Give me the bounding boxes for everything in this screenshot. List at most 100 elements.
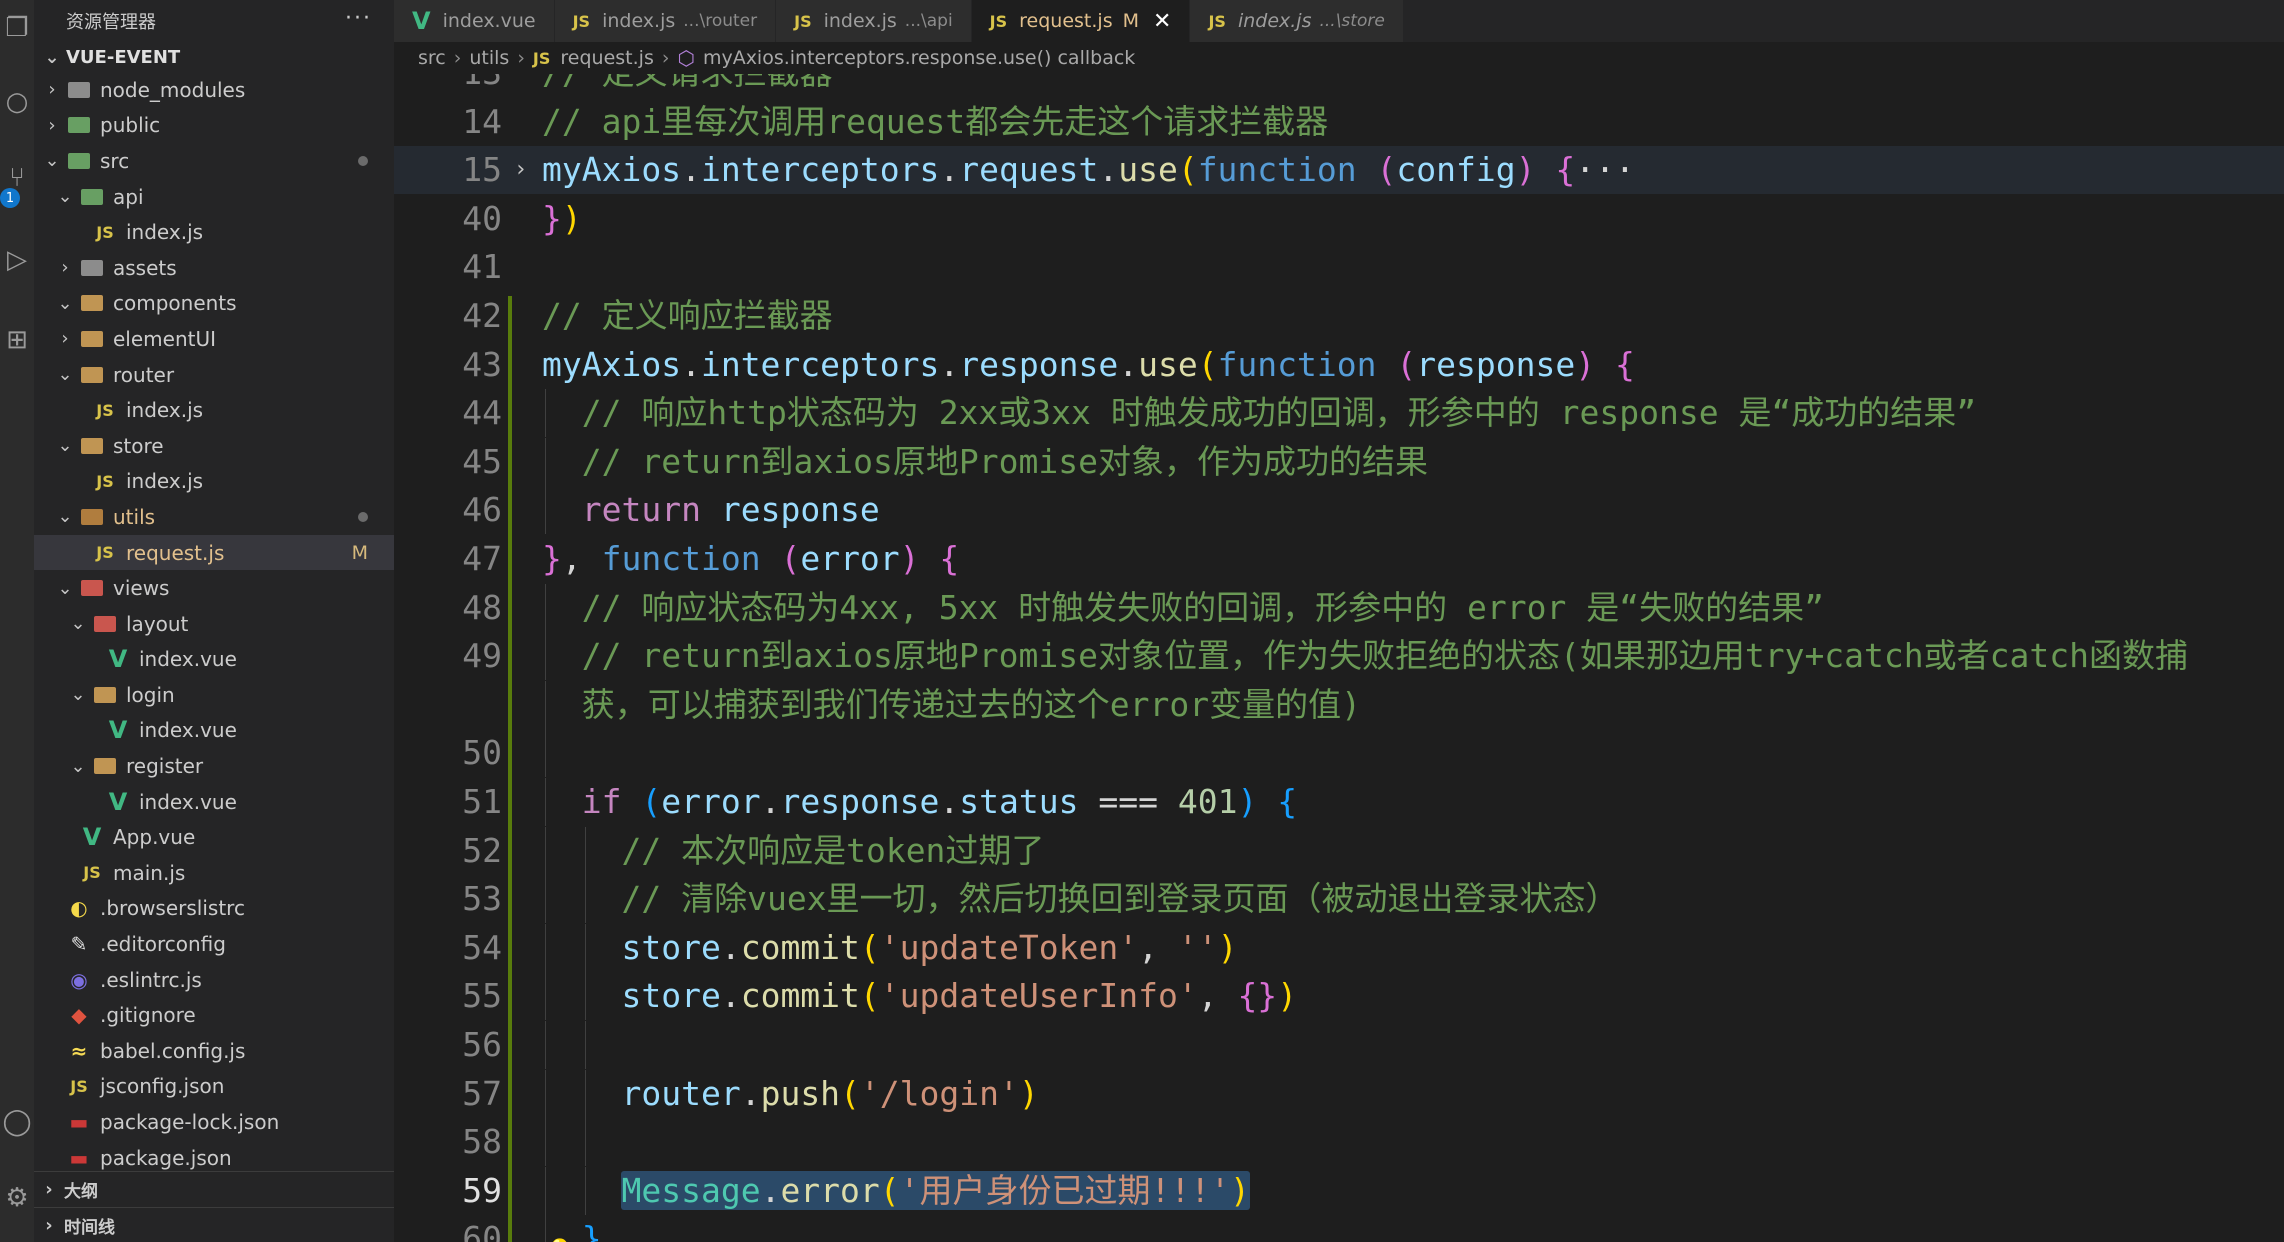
code-text: }) [542, 195, 582, 243]
code-token: ( [859, 927, 880, 967]
fold-chevron-icon[interactable]: › [514, 146, 527, 194]
more-actions-icon[interactable]: ··· [345, 6, 372, 31]
tree-item[interactable]: JS request.js M [34, 534, 394, 571]
tree-item[interactable]: › node_modules [34, 72, 394, 108]
explorer-icon[interactable]: ❐ [0, 8, 34, 48]
tree-item[interactable]: ◉ .eslintrc.js [34, 962, 394, 998]
code-token: . [1098, 150, 1119, 190]
chevron-down-icon[interactable]: ⌄ [68, 684, 88, 705]
chevron-down-icon[interactable]: ⌄ [68, 756, 88, 777]
tree-item[interactable]: ◆ .gitignore [34, 997, 394, 1033]
code-text: // 响应状态码为4xx, 5xx 时触发失败的回调，形参中的 error 是“… [542, 584, 1824, 632]
tab-index-js[interactable]: JS index.js ...\store [1190, 0, 1404, 42]
settings-gear-icon[interactable]: ⚙ [0, 1178, 34, 1218]
tab-request-js[interactable]: JS request.js M ✕ [971, 0, 1191, 42]
chevron-down-icon[interactable]: ⌄ [55, 364, 75, 385]
chevron-down-icon[interactable]: ⌄ [68, 613, 88, 634]
tree-item-label: store [113, 433, 164, 458]
tab-label: request.js [1019, 10, 1113, 32]
chevron-down-icon[interactable]: ⌄ [55, 293, 75, 314]
tree-item-label: babel.config.js [100, 1038, 246, 1063]
tree-item[interactable]: JS main.js [34, 855, 394, 891]
tree-item[interactable]: ⌄ src [34, 143, 394, 179]
close-icon[interactable]: ✕ [1153, 9, 1171, 34]
chevron-right-icon[interactable]: › [55, 328, 75, 349]
tree-item[interactable]: ⌄ login [34, 677, 394, 713]
code-token: store [621, 976, 721, 1016]
line-number: 45 [462, 441, 502, 481]
tree-item[interactable]: ⌄ views [34, 570, 394, 606]
code-token: { [939, 539, 960, 578]
code-token: , [1138, 927, 1178, 967]
breadcrumb-item-src[interactable]: src [418, 47, 446, 69]
chevron-down-icon[interactable]: ⌄ [55, 506, 75, 527]
chevron-right-icon: › [45, 1214, 53, 1236]
search-icon[interactable]: ○ [0, 82, 34, 122]
code-token: // return到axios原地Promise对象，作为成功的结果 [581, 441, 1428, 481]
tree-item[interactable]: Vindex.vue [34, 784, 394, 820]
tree-item[interactable]: › elementUI [34, 321, 394, 357]
code-line: 52 // 本次响应是token过期了 [394, 826, 2284, 875]
timeline-panel-header[interactable]: › 时间线 [34, 1207, 394, 1242]
code-text: if (error.response.status === 401) { [542, 778, 1297, 826]
tree-item[interactable]: Vindex.vue [34, 713, 394, 749]
vue-icon: V [108, 716, 128, 745]
tab-index-js[interactable]: JS index.js ...\router [554, 0, 777, 42]
tree-item[interactable]: JS index.js [34, 214, 394, 250]
code-text: myAxios.interceptors.request.use(functio… [542, 146, 1635, 194]
breadcrumb-item-file[interactable]: request.js [560, 47, 653, 69]
code-line: 53 // 清除vuex里一切，然后切换回到登录页面（被动退出登录状态） [394, 875, 2284, 924]
code-editor[interactable]: 💡 13// 定义请求拦截器14// api里每次调用request都会先走这个… [394, 74, 2284, 1242]
breadcrumb-item-utils[interactable]: utils [469, 47, 509, 69]
chevron-right-icon[interactable]: › [42, 115, 62, 136]
tree-item[interactable]: ⌄ api [34, 179, 394, 215]
tree-item[interactable]: ◐ .browserslistrc [34, 891, 394, 927]
chevron-right-icon[interactable]: › [42, 79, 62, 100]
tab-modified-badge: M [1122, 10, 1140, 32]
indent-guide [545, 1021, 546, 1069]
code-token: return [581, 490, 701, 530]
tree-item[interactable]: ▬ package-lock.json [34, 1104, 394, 1140]
tree-item[interactable]: ⌄ store [34, 428, 394, 464]
run-debug-icon[interactable]: ▷ [0, 240, 34, 280]
tree-item[interactable]: ⌄ layout [34, 606, 394, 642]
code-token: response [1416, 344, 1576, 384]
code-token: router [621, 1073, 741, 1113]
tree-item[interactable]: › public [34, 108, 394, 144]
extensions-icon[interactable]: ⊞ [0, 320, 34, 360]
tree-item[interactable]: JS index.js [34, 464, 394, 500]
tree-item[interactable]: ⌄ utils [34, 499, 394, 535]
tree-item[interactable]: ⌄ register [34, 748, 394, 784]
tab-index-js[interactable]: JS index.js ...\api [776, 0, 972, 42]
outline-panel-header[interactable]: › 大纲 [34, 1171, 394, 1206]
code-token: ( [1396, 344, 1417, 384]
tree-item[interactable]: ⌄ router [34, 357, 394, 393]
chevron-down-icon[interactable]: ⌄ [55, 435, 75, 456]
modified-dot-icon [358, 511, 368, 522]
chevron-right-icon[interactable]: › [55, 257, 75, 278]
tree-item[interactable]: › assets [34, 250, 394, 286]
chevron-down-icon[interactable]: ⌄ [55, 578, 75, 599]
tree-item[interactable]: JS index.js [34, 392, 394, 428]
tree-item[interactable]: ✎ .editorconfig [34, 926, 394, 962]
breadcrumb-item-symbol[interactable]: myAxios.interceptors.response.use() call… [703, 47, 1135, 69]
tree-item[interactable]: ≈ babel.config.js [34, 1033, 394, 1069]
tree-item[interactable]: Vindex.vue [34, 642, 394, 678]
chevron-down-icon[interactable]: ⌄ [55, 186, 75, 207]
chevron-down-icon[interactable]: ⌄ [42, 150, 62, 171]
tab-index-vue[interactable]: Vindex.vue [394, 0, 555, 42]
line-number: 52 [462, 830, 502, 870]
account-icon[interactable]: ◯ [0, 1102, 34, 1142]
tree-item[interactable]: JS jsconfig.json [34, 1069, 394, 1105]
code-token: error [800, 539, 900, 578]
tree-item[interactable]: ⌄ components [34, 286, 394, 322]
line-number: 51 [462, 782, 502, 821]
project-root[interactable]: ⌄ VUE-EVENT [34, 42, 394, 72]
code-token: use [1138, 344, 1198, 384]
tree-item[interactable]: V App.vue [34, 819, 394, 855]
code-line: 15 › myAxios.interceptors.request.use(func… [394, 146, 2284, 195]
